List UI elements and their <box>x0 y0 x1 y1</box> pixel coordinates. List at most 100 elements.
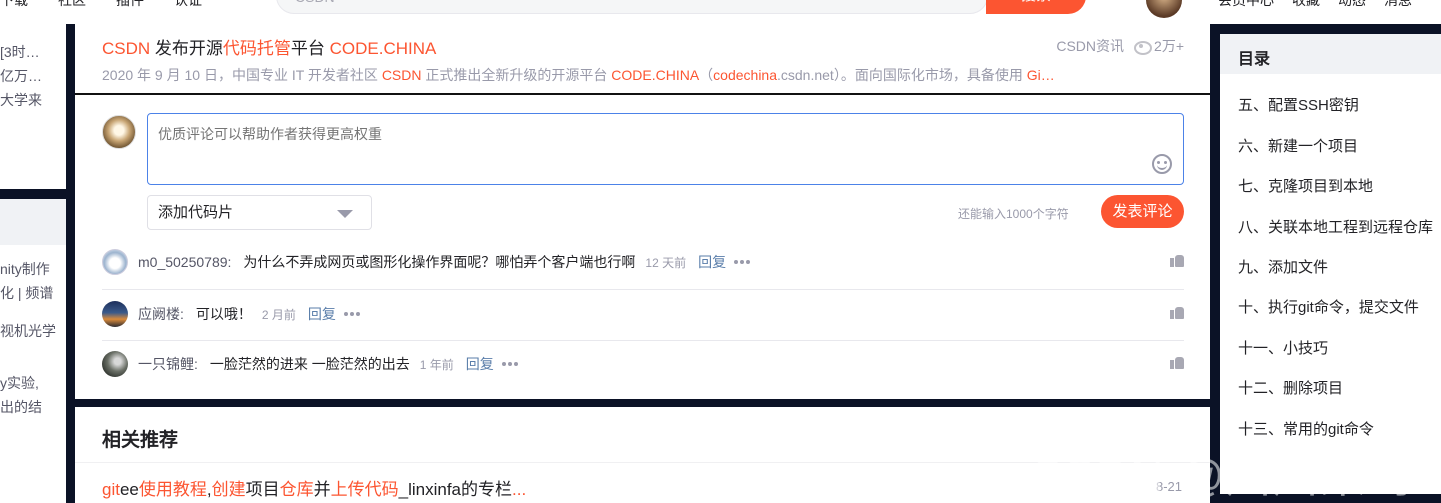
comment-time: 12 天前 <box>645 255 687 270</box>
recommend-source: CSDN资讯 <box>1056 38 1125 54</box>
top-nav: 下载 社区 插件 认证 <box>0 0 232 10</box>
related-title-fragment: 仓库 <box>279 480 314 499</box>
like-icon[interactable] <box>1170 305 1184 319</box>
nav-community[interactable]: 社区 <box>58 0 86 10</box>
related-article-link[interactable]: gitee使用教程,创建项目仓库并上传代码_linxinfa的专栏... <box>102 475 526 500</box>
toc-item[interactable]: 五、配置SSH密钥 <box>1238 86 1433 126</box>
nav-plugins[interactable]: 插件 <box>116 0 144 10</box>
reply-link[interactable]: 回复 <box>466 354 494 374</box>
comment-input[interactable] <box>147 113 1184 185</box>
toc-title: 目录 <box>1238 51 1271 68</box>
toc-item[interactable]: 十二、删除项目 <box>1238 369 1433 409</box>
nav-favorites[interactable]: 收藏 <box>1292 0 1320 10</box>
left-card-header <box>0 199 66 245</box>
reply-link[interactable]: 回复 <box>308 304 336 324</box>
nav-download[interactable]: 下载 <box>0 0 28 10</box>
commenter-avatar[interactable] <box>102 351 128 377</box>
add-code-select[interactable]: 添加代码片 <box>147 195 372 230</box>
more-icon[interactable] <box>501 362 520 366</box>
nav-messages[interactable]: 消息 <box>1384 0 1412 10</box>
recommend-views: 2万+ <box>1154 38 1184 54</box>
like-icon[interactable] <box>1170 355 1184 369</box>
toc-item[interactable]: 十一、小技巧 <box>1238 329 1433 369</box>
more-icon[interactable] <box>734 260 752 264</box>
commenter-avatar[interactable] <box>102 301 128 327</box>
reply-link[interactable]: 回复 <box>698 252 726 272</box>
toc-list: 四、生成SSH密钥 五、配置SSH密钥 六、新建一个项目 七、克隆项目到本地 八… <box>1238 57 1433 450</box>
comment-item: m0_50250789: 为什么不弄成网页或图形化操作界面呢？哪怕弄个客户端也行… <box>102 237 1184 287</box>
comment-section: 添加代码片 还能输入1000个字符 发表评论 m0_50250789: 为什么不… <box>75 95 1210 399</box>
title-fragment: 代码托管 <box>222 39 291 58</box>
top-navbar: 下载 社区 插件 认证 CSDN 搜索 会员中心 收藏 动态 消息 <box>0 0 1441 24</box>
related-title-fragment: ee <box>119 480 139 499</box>
commenter-name[interactable]: m0_50250789: <box>138 254 231 270</box>
toc-item[interactable]: 六、新建一个项目 <box>1238 127 1433 167</box>
title-fragment: CSDN <box>102 39 151 58</box>
desc-fragment: （ <box>699 67 714 83</box>
related-article-date: 8-21 <box>1156 479 1183 494</box>
toc-item[interactable]: 十三、常用的git命令 <box>1238 410 1433 450</box>
left-card-hot[interactable]: [3时… 亿万… 大学来 <box>0 24 66 189</box>
toc-item[interactable]: 八、关联本地工程到远程仓库 <box>1238 208 1433 248</box>
related-title-fragment: 创建 <box>211 480 246 499</box>
search-button-label: 搜索 <box>1021 0 1051 4</box>
left-card-line: 大学来 <box>0 92 42 108</box>
comment-item: 应阙楼: 可以哦！ 2 月前 回复 <box>102 289 1184 339</box>
nav-certification[interactable]: 认证 <box>174 0 202 10</box>
search-input[interactable]: CSDN <box>276 0 988 14</box>
desc-fragment: Gi… <box>1026 67 1055 83</box>
commenter-name[interactable]: 应阙楼: <box>138 304 184 324</box>
right-nav: 会员中心 收藏 动态 消息 <box>1218 0 1430 10</box>
search-button[interactable]: 搜索 <box>986 0 1086 14</box>
nav-activity[interactable]: 动态 <box>1338 0 1366 10</box>
comment-text: 可以哦！ <box>195 306 252 322</box>
like-icon[interactable] <box>1170 253 1184 267</box>
char-count-hint: 还能输入1000个字符 <box>958 207 1069 221</box>
commenter-avatar[interactable] <box>102 249 128 275</box>
my-avatar <box>102 115 136 149</box>
desc-fragment: CODE.CHINA <box>611 67 700 83</box>
comment-time: 1 年前 <box>419 357 454 372</box>
divider <box>75 462 1210 463</box>
nav-vip[interactable]: 会员中心 <box>1218 0 1274 10</box>
emoji-icon[interactable] <box>1152 154 1172 174</box>
left-card-line: 亿万… <box>0 68 42 84</box>
comment-item: 一只锦鲤: 一脸茫然的进来 一脸茫然的出去 1 年前 回复 <box>102 339 1184 389</box>
left-card-line: 出的结 <box>0 399 42 415</box>
related-title-fragment: 上传代码 <box>330 480 399 499</box>
submit-comment-button[interactable]: 发表评论 <box>1101 195 1184 228</box>
left-card-line: 视机光学 <box>0 323 56 339</box>
chevron-down-icon <box>337 210 353 218</box>
add-code-label: 添加代码片 <box>158 204 234 221</box>
left-card-line <box>0 343 66 357</box>
recommend-article-desc: 2020 年 9 月 10 日，中国专业 IT 开发者社区 CSDN 正式推出全… <box>102 65 1184 85</box>
recommend-article-card[interactable]: CSDN 发布开源代码托管平台 CODE.CHINA CSDN资讯 2万+ 20… <box>75 24 1210 94</box>
related-title-fragment: 使用教程 <box>138 480 207 499</box>
related-title-fragment: 并 <box>313 480 331 499</box>
comment-text: 为什么不弄成网页或图形化操作界面呢？哪怕弄个客户端也行啊 <box>243 254 636 270</box>
related-title-fragment: git <box>102 480 120 499</box>
title-fragment: 平台 <box>290 39 330 58</box>
user-avatar[interactable] <box>1146 0 1182 18</box>
recommend-article-title[interactable]: CSDN 发布开源代码托管平台 CODE.CHINA <box>102 34 1183 59</box>
toc-header: 目录 <box>1220 34 1441 74</box>
commenter-name[interactable]: 一只锦鲤: <box>138 354 198 374</box>
left-card-line: y实验, <box>0 375 39 391</box>
toc-item[interactable]: 七、克隆项目到本地 <box>1238 167 1433 207</box>
desc-fragment: codechina <box>713 67 777 83</box>
title-fragment: 发布开源 <box>150 39 223 58</box>
comment-time: 2 月前 <box>261 307 296 322</box>
left-card-line: 化 | 频谱 <box>0 285 54 301</box>
desc-fragment: CSDN <box>381 67 422 83</box>
related-title-fragment: ... <box>512 480 527 499</box>
toc-item[interactable]: 十、执行git命令，提交文件 <box>1238 288 1433 328</box>
related-title-fragment: 项目 <box>245 480 280 499</box>
left-card-list[interactable]: nity制作 化 | 频谱 视机光学 y实验, 出的结 <box>0 245 66 503</box>
related-title: 相关推荐 <box>102 430 179 451</box>
left-card-line: nity制作 <box>0 261 50 277</box>
left-card-line <box>0 305 66 319</box>
toc-item[interactable]: 九、添加文件 <box>1238 248 1433 288</box>
more-icon[interactable] <box>343 312 362 316</box>
table-of-contents: 四、生成SSH密钥 五、配置SSH密钥 六、新建一个项目 七、克隆项目到本地 八… <box>1220 34 1441 494</box>
desc-fragment: 正式推出全新升级的开源平台 <box>421 67 612 83</box>
